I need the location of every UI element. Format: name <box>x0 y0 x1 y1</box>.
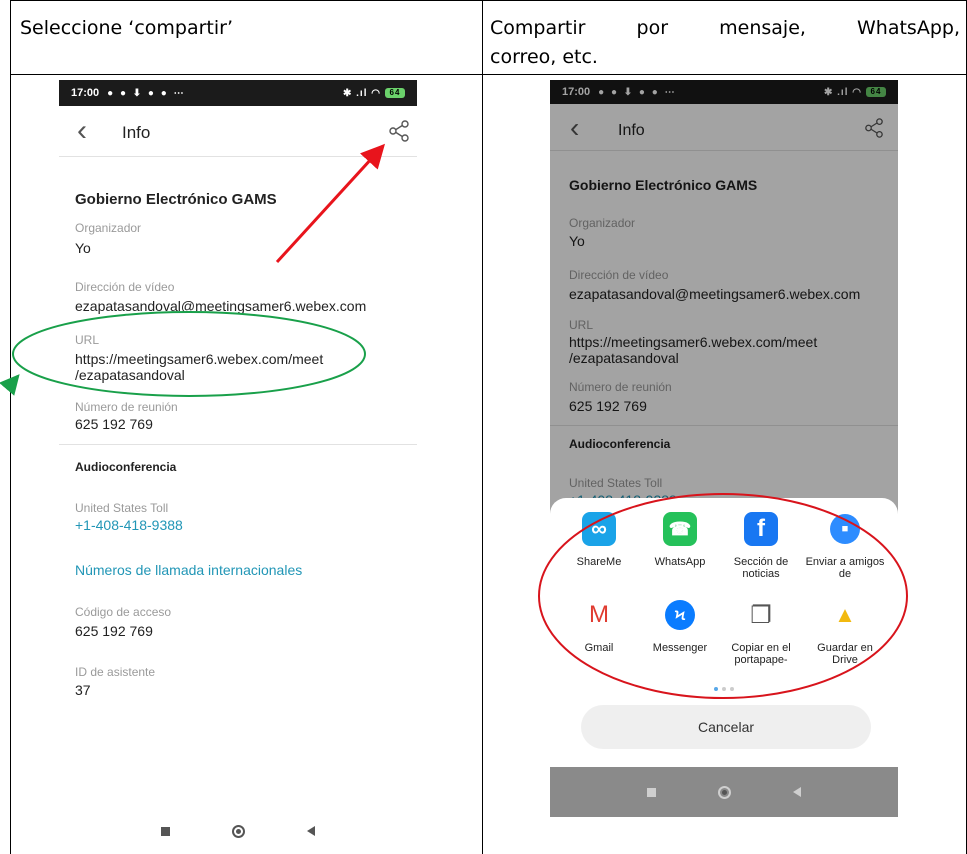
green-ellipse <box>12 311 366 397</box>
red-ellipse <box>538 493 908 699</box>
green-arrow <box>0 374 20 396</box>
red-arrow <box>275 143 386 264</box>
annotation-layer <box>0 143 908 699</box>
